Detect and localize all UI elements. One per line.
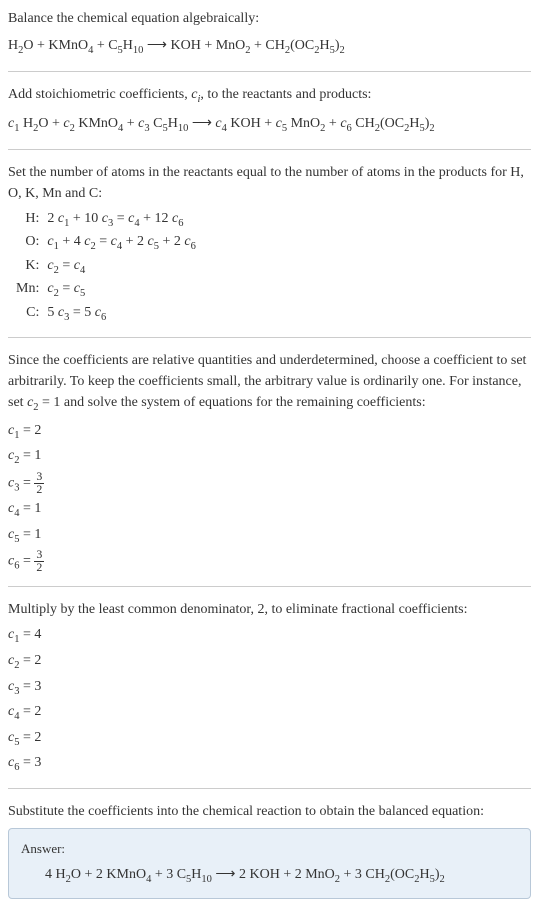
divider [8,586,531,587]
table-row: O: c1 + 4 c2 = c4 + 2 c5 + 2 c6 [16,231,196,255]
row-value: c2 = c5 [47,278,195,302]
coef-line: c6 = 3 [8,752,531,776]
step4-section: Since the coefficients are relative quan… [8,350,531,574]
row-value: c1 + 4 c2 = c4 + 2 c5 + 2 c6 [47,231,195,255]
step2-section: Add stoichiometric coefficients, ci, to … [8,84,531,137]
coef-line: c2 = 2 [8,650,531,674]
coef-line: c1 = 2 [8,420,531,444]
table-row: C: 5 c3 = 5 c6 [16,302,196,326]
coef-line: c4 = 2 [8,701,531,725]
table-row: K: c2 = c4 [16,255,196,279]
answer-equation: 4 H2O + 2 KMnO4 + 3 C5H10 ⟶ 2 KOH + 2 Mn… [21,864,518,888]
row-value: 5 c3 = 5 c6 [47,302,195,326]
step2-text: Add stoichiometric coefficients, ci, to … [8,84,531,108]
atom-balance-table: H: 2 c1 + 10 c3 = c4 + 12 c6 O: c1 + 4 c… [16,208,196,326]
row-label: K: [16,255,47,279]
coef-line: c3 = 3 [8,676,531,700]
coef-line: c1 = 4 [8,624,531,648]
step5-coef-list: c1 = 4 c2 = 2 c3 = 3 c4 = 2 c5 = 2 c6 = … [8,624,531,775]
divider [8,788,531,789]
row-value: 2 c1 + 10 c3 = c4 + 12 c6 [47,208,195,232]
step1-section: Balance the chemical equation algebraica… [8,8,531,59]
answer-box: Answer: 4 H2O + 2 KMnO4 + 3 C5H10 ⟶ 2 KO… [8,828,531,899]
coef-line: c5 = 1 [8,524,531,548]
coef-line: c5 = 2 [8,727,531,751]
step6-section: Substitute the coefficients into the che… [8,801,531,899]
row-label: H: [16,208,47,232]
coef-line: c3 = 32 [8,471,531,496]
step1-equation: H2O + KMnO4 + C5H10 ⟶ KOH + MnO2 + CH2(O… [8,35,531,59]
row-label: C: [16,302,47,326]
step6-text: Substitute the coefficients into the che… [8,801,531,822]
row-value: c2 = c4 [47,255,195,279]
step4-text: Since the coefficients are relative quan… [8,350,531,416]
divider [8,149,531,150]
step3-section: Set the number of atoms in the reactants… [8,162,531,326]
step2-equation: c1 H2O + c2 KMnO4 + c3 C5H10 ⟶ c4 KOH + … [8,113,531,137]
step1-text: Balance the chemical equation algebraica… [8,8,531,29]
coef-line: c4 = 1 [8,498,531,522]
row-label: Mn: [16,278,47,302]
step5-section: Multiply by the least common denominator… [8,599,531,775]
answer-label: Answer: [21,839,518,859]
coef-line: c6 = 32 [8,549,531,574]
row-label: O: [16,231,47,255]
step5-text: Multiply by the least common denominator… [8,599,531,620]
divider [8,337,531,338]
divider [8,71,531,72]
step4-coef-list: c1 = 2 c2 = 1 c3 = 32 c4 = 1 c5 = 1 c6 =… [8,420,531,575]
table-row: H: 2 c1 + 10 c3 = c4 + 12 c6 [16,208,196,232]
table-row: Mn: c2 = c5 [16,278,196,302]
step3-text: Set the number of atoms in the reactants… [8,162,531,204]
coef-line: c2 = 1 [8,445,531,469]
